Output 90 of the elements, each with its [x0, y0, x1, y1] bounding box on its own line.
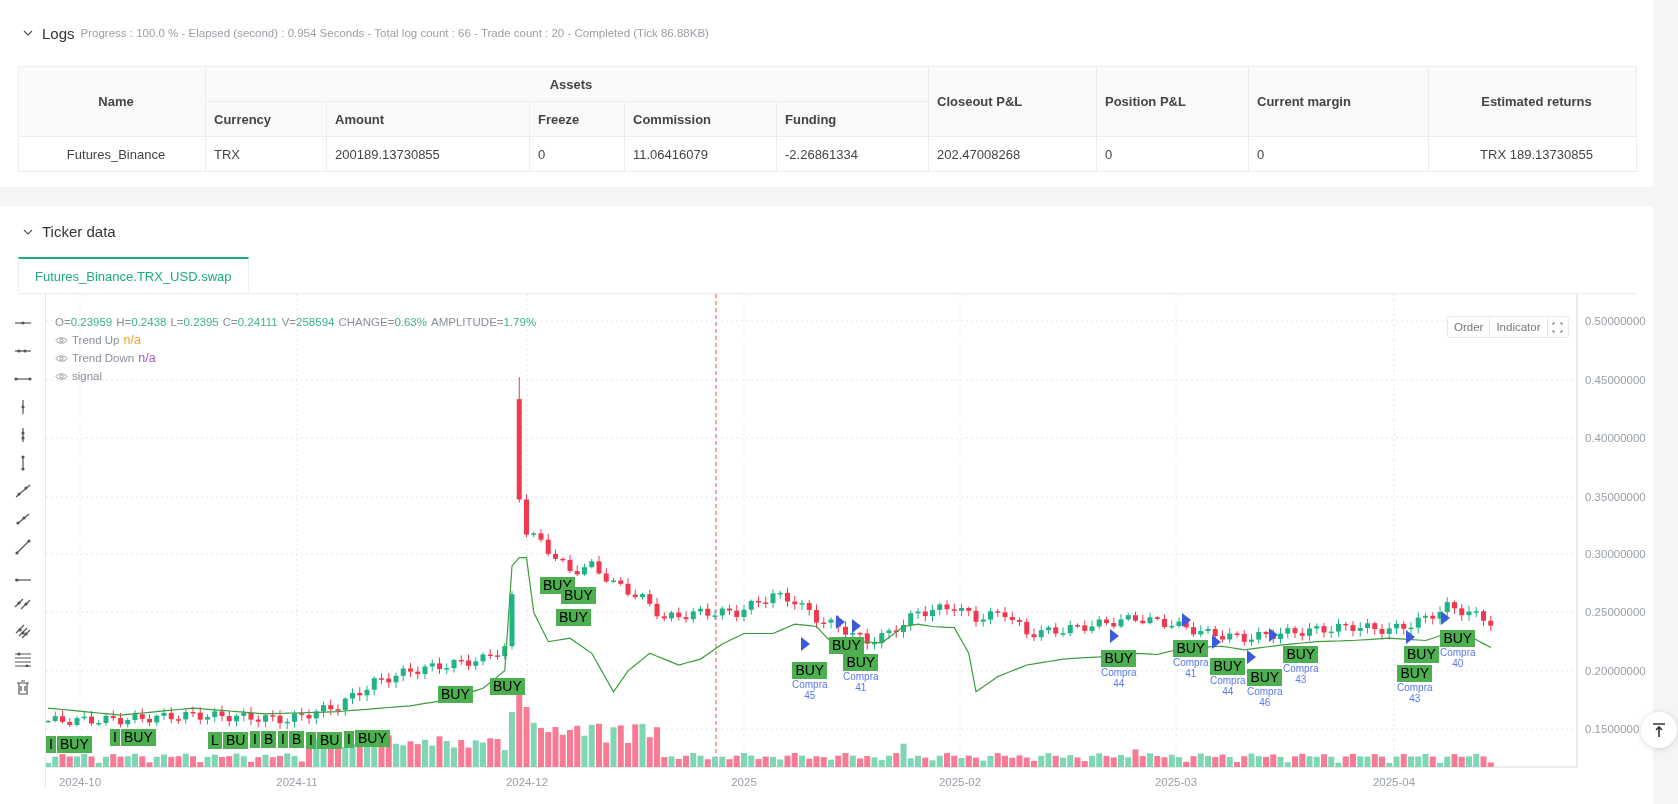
buy-label: I	[344, 731, 354, 748]
series-name: Trend Up	[72, 334, 120, 346]
price-axis-label: 0.30000000	[1585, 548, 1646, 560]
table-cell: 0	[1096, 136, 1249, 172]
buy-label: BUY	[1247, 669, 1283, 686]
symbol-tab[interactable]: Futures_Binance.TRX_USD.swap	[18, 257, 249, 293]
buy-label: I	[250, 731, 260, 748]
trade-note: Compra 43	[1397, 682, 1433, 704]
price-axis-label: 0.1500000	[1585, 723, 1640, 735]
buy-label: I	[278, 731, 288, 748]
date-axis-label: 2024-10	[58, 776, 102, 788]
date-axis-label: 2024-12	[505, 776, 549, 788]
buy-label: B	[289, 731, 305, 748]
buy-label: BUY	[355, 730, 390, 747]
date-axis-label: 2025-03	[1154, 776, 1198, 788]
table-cell: -2.26861334	[776, 136, 929, 172]
table-cell: TRX	[205, 136, 327, 172]
progress-summary: Progress : 100.0 % - Elapsed (second) : 0.954 Seconds - Total log count : 66 - Trade count : 20 - Completed (Tick 86.88KB)	[80, 27, 709, 39]
column-header: Current margin	[1248, 66, 1429, 137]
buy-label: BUY	[121, 729, 156, 746]
buy-label: BUY	[1173, 640, 1209, 657]
trade-note: Compra 45	[792, 679, 828, 701]
trade-note: Compra 41	[843, 671, 879, 693]
buy-label: I	[110, 729, 120, 746]
buy-label: BUY	[1397, 665, 1433, 682]
trade-note: Compra 40	[1440, 647, 1476, 669]
table-cell: 0	[529, 136, 625, 172]
series-name: Trend Down	[72, 352, 135, 364]
buy-label: I	[306, 732, 316, 749]
section-title: Ticker data	[42, 223, 116, 240]
ohlc-value: L=0.2395	[170, 316, 219, 328]
trade-note: Compra 46	[1247, 686, 1283, 708]
price-axis-label: 0.40000000	[1585, 432, 1646, 444]
trade-note: Compra 41	[1173, 657, 1209, 679]
column-header: Estimated returns	[1428, 66, 1637, 137]
column-header: Freeze	[529, 101, 625, 137]
buy-label: BUY	[438, 686, 473, 703]
table-cell: Futures_Binance	[18, 136, 206, 172]
chart-button[interactable]: Order	[1448, 317, 1491, 337]
date-axis-label: 2025-04	[1372, 776, 1416, 788]
column-header: Funding	[776, 101, 929, 137]
table-cell: 0	[1248, 136, 1429, 172]
ohlc-value: O=0.23959	[55, 316, 113, 328]
series-value: n/a	[138, 351, 156, 365]
buy-label: B	[261, 731, 277, 748]
buy-label: BU	[223, 732, 249, 749]
buy-label: BUY	[1404, 646, 1439, 663]
trade-note: Compra 44	[1210, 675, 1246, 697]
ohlc-value: H=0.2438	[116, 316, 167, 328]
price-axis-label: 0.25000000	[1585, 606, 1646, 618]
column-header: Position P&L	[1096, 66, 1249, 137]
table-cell: 11.06416079	[624, 136, 777, 172]
series-name: signal	[72, 370, 103, 382]
buy-label: BUY	[1210, 658, 1246, 675]
buy-label: L	[208, 732, 222, 749]
price-axis-label: 0.20000000	[1585, 665, 1646, 677]
column-header: Closeout P&L	[928, 66, 1097, 137]
price-axis-label: 0.50000000	[1585, 315, 1646, 327]
buy-label: BUY	[1101, 650, 1137, 667]
ohlc-value: AMPLITUDE=1.79%	[431, 316, 537, 328]
ohlc-value: V=258594	[281, 316, 335, 328]
table-cell: TRX 189.13730855	[1428, 136, 1637, 172]
table-cell: 200189.13730855	[326, 136, 530, 172]
buy-label: BUY	[57, 736, 92, 753]
buy-label: BUY	[792, 662, 828, 679]
buy-label: BUY	[1283, 646, 1319, 663]
buy-label: BUY	[843, 654, 879, 671]
trade-note: Compra 43	[1283, 663, 1319, 685]
table-cell: 202.47008268	[928, 136, 1097, 172]
date-axis-label: 2025-02	[938, 776, 982, 788]
buy-label: I	[46, 736, 56, 753]
column-header: Currency	[205, 101, 327, 137]
buy-label: BUY	[490, 678, 525, 695]
date-axis-label: 2025	[731, 776, 757, 788]
section-title: Logs	[42, 24, 75, 42]
buy-label: BUY	[556, 609, 591, 626]
column-header: Amount	[326, 101, 530, 137]
column-header: Name	[18, 66, 206, 137]
date-axis-label: 2024-11	[276, 776, 318, 788]
ohlc-value: C=0.24111	[222, 316, 278, 328]
price-axis-label: 0.35000000	[1585, 491, 1646, 503]
buy-label: BUY	[1440, 630, 1476, 647]
ohlc-value: CHANGE=0.63%	[338, 316, 427, 328]
buy-label: BU	[317, 732, 343, 749]
group-header: Assets	[205, 66, 929, 102]
buy-label: BUY	[829, 637, 864, 654]
column-header: Commission	[624, 101, 777, 137]
trade-note: Compra 44	[1101, 667, 1137, 689]
price-axis-label: 0.45000000	[1585, 374, 1646, 386]
series-value: n/a	[123, 333, 141, 347]
